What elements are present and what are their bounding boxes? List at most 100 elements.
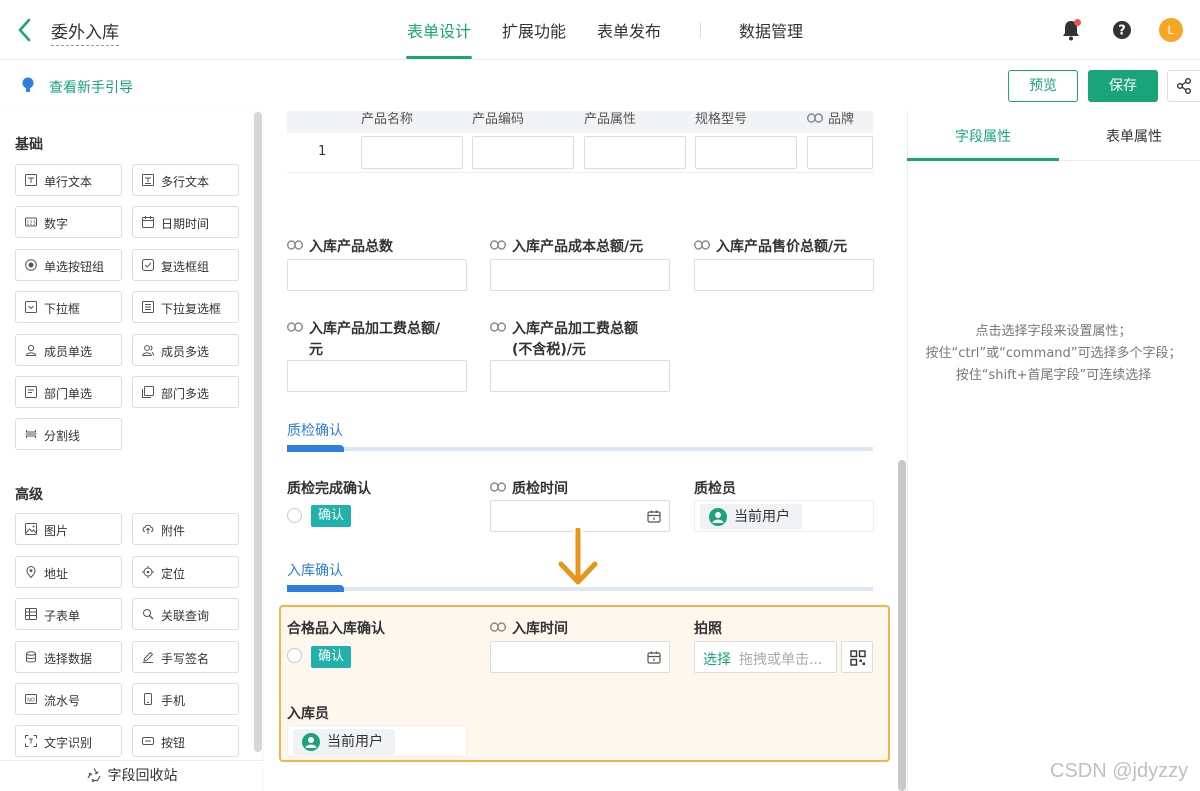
component-member-multi[interactable]: 成员多选 [132,334,239,366]
table-header-label: 品牌 [828,112,855,127]
photo-select-link[interactable]: 选择 [703,649,731,669]
component-single-line-text[interactable]: 单行文本 [15,164,122,196]
advanced-group-title: 高级 [15,487,43,503]
photo-upload-input[interactable]: 选择 拖拽或单击... [694,641,837,673]
form-canvas-scrollbar[interactable] [898,460,906,791]
link-icon [490,322,506,332]
table-cell-input[interactable] [695,136,797,169]
lightbulb-icon [20,76,36,94]
component-panel-scrollbar[interactable] [254,112,262,752]
share-button[interactable] [1167,70,1200,102]
component-member-single[interactable]: 成员单选 [15,334,122,366]
component-radio-group[interactable]: 单选按钮组 [15,249,122,281]
image-icon [25,523,37,535]
component-image[interactable]: 图片 [15,513,122,545]
qr-code-button[interactable] [841,641,873,673]
total-sales-input[interactable] [694,259,874,291]
back-arrow-icon[interactable] [14,16,38,44]
link-icon [694,240,710,250]
number-icon: 123 [25,217,37,227]
component-label: 成员多选 [161,345,210,359]
current-user-label: 当前用户 [327,734,383,750]
component-address[interactable]: 地址 [15,556,122,588]
component-multi-line-text[interactable]: 多行文本 [132,164,239,196]
qc-confirm-radio[interactable] [287,508,302,523]
target-icon [142,566,154,578]
component-label: 数字 [44,217,69,231]
field-label-stock-time: 入库时间 [490,618,568,638]
help-icon[interactable]: ? [1111,19,1133,41]
stock-confirm-tag: 确认 [311,646,351,668]
field-label-processing-fee-line2: 元 [309,342,323,358]
component-subform[interactable]: 子表单 [15,598,122,630]
calendar-icon [142,216,154,228]
component-number[interactable]: 123 数字 [15,206,122,238]
pen-icon [143,651,154,663]
qc-section-title: 质检确认 [287,423,343,439]
component-attachment[interactable]: 附件 [132,513,239,545]
tab-data-management[interactable]: 数据管理 [739,18,803,42]
tab-form-design[interactable]: 表单设计 [407,18,471,42]
component-select-data[interactable]: 选择数据 [15,641,122,673]
calendar-icon [647,510,661,523]
save-button[interactable]: 保存 [1088,70,1158,102]
current-user-chip: 当前用户 [700,504,802,530]
link-icon [287,322,303,332]
link-icon [490,622,506,632]
component-checkbox-group[interactable]: 复选框组 [132,249,239,281]
tab-form-publish[interactable]: 表单发布 [597,18,661,42]
component-label: 下拉框 [44,302,81,316]
component-department-single[interactable]: 部门单选 [15,376,122,408]
table-header-cell: 规格型号 [695,112,748,127]
component-signature[interactable]: 手写签名 [132,641,239,673]
component-button[interactable]: 按钮 [132,725,239,757]
component-date-time[interactable]: 日期时间 [132,206,239,238]
component-multi-dropdown[interactable]: 下拉复选框 [132,291,239,323]
table-header-cell: 产品编码 [472,112,525,127]
component-label: 单行文本 [44,175,93,189]
component-department-multi[interactable]: 部门多选 [132,376,239,408]
link-icon [806,113,824,123]
tab-form-properties[interactable]: 表单属性 [1106,126,1162,146]
table-cell-input[interactable] [472,136,574,169]
current-user-label: 当前用户 [734,509,790,525]
stock-time-input[interactable] [490,641,670,673]
stock-section-title: 入库确认 [287,563,343,579]
field-label-text: 入库产品加工费总额 [512,321,638,337]
component-divider[interactable]: 分割线 [15,418,122,450]
component-label: 日期时间 [161,217,210,231]
field-label-text: 入库时间 [512,621,568,637]
button-icon [142,737,154,745]
tab-field-properties[interactable]: 字段属性 [955,126,1011,146]
departments-icon [142,386,154,398]
table-cell-input[interactable] [361,136,463,169]
processing-fee-input[interactable] [287,360,467,392]
field-label-text: 入库产品售价总额/元 [716,239,848,255]
component-ocr[interactable]: 文字识别 [15,725,122,757]
user-avatar[interactable]: L [1159,18,1183,42]
component-positioning[interactable]: 定位 [132,556,239,588]
app-title[interactable]: 委外入库 [51,18,119,46]
component-dropdown[interactable]: 下拉框 [15,291,122,323]
table-header-cell: 产品属性 [584,112,637,127]
processing-fee-ex-tax-input[interactable] [490,360,670,392]
tab-extensions[interactable]: 扩展功能 [502,18,566,42]
component-label: 关联查询 [161,609,210,623]
field-recycle-bin[interactable]: 字段回收站 [0,760,263,791]
property-panel [907,111,1200,791]
table-cell-input[interactable] [584,136,686,169]
total-cost-input[interactable] [490,259,670,291]
current-user-chip: 当前用户 [293,729,395,755]
table-cell-input[interactable] [807,136,873,169]
stock-confirm-radio[interactable] [287,648,302,663]
component-serial-number[interactable]: NO 流水号 [15,683,122,715]
dropdown-icon [25,301,37,313]
beginner-guide-link[interactable]: 查看新手引导 [49,77,133,97]
component-phone[interactable]: 手机 [132,683,239,715]
field-label-text: 入库产品加工费总额/ [309,321,441,337]
component-related-query[interactable]: 关联查询 [132,598,239,630]
total-quantity-input[interactable] [287,259,467,291]
preview-button[interactable]: 预览 [1008,70,1078,102]
component-label: 成员单选 [44,345,93,359]
component-label: 分割线 [44,429,81,443]
